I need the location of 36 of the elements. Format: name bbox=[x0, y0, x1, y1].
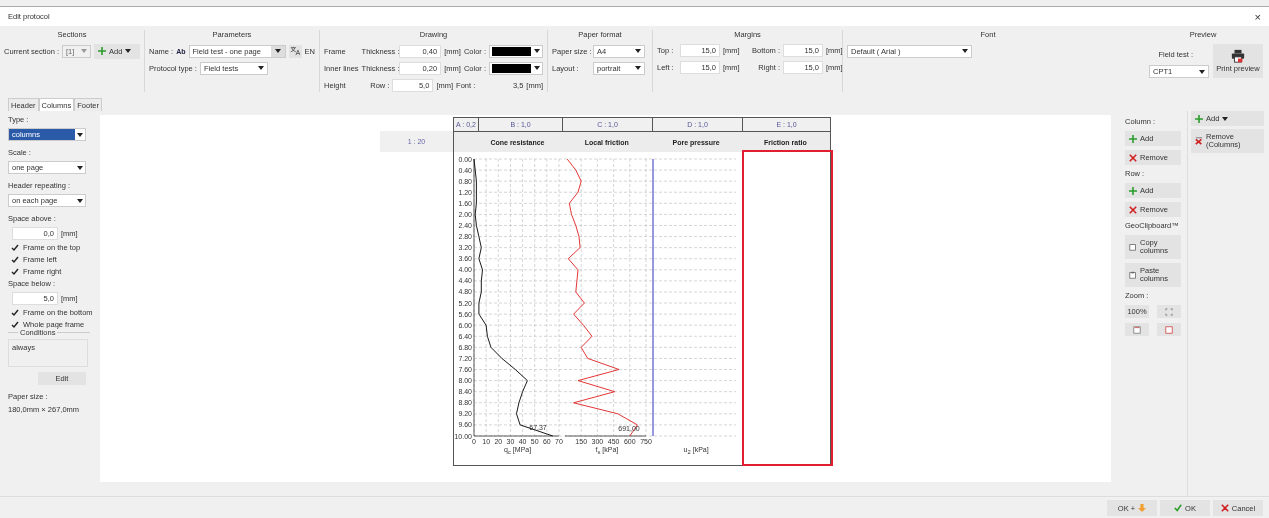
plus-icon bbox=[1195, 114, 1203, 123]
caret-icon bbox=[125, 49, 132, 53]
cross-icon bbox=[1129, 153, 1137, 162]
caret-icon bbox=[274, 49, 281, 53]
caret-icon bbox=[77, 198, 83, 203]
caret-icon bbox=[80, 49, 87, 53]
check-icon bbox=[1174, 504, 1183, 512]
caret-icon bbox=[77, 165, 83, 170]
caret-icon bbox=[257, 66, 264, 70]
clipboard-icon bbox=[1129, 271, 1137, 279]
caret-icon bbox=[962, 49, 968, 53]
printer-icon bbox=[1231, 49, 1245, 63]
plus-icon bbox=[1129, 186, 1137, 195]
caret-icon bbox=[635, 49, 641, 53]
caret-icon bbox=[635, 66, 641, 70]
cross-icon bbox=[1129, 205, 1137, 214]
plus-icon bbox=[97, 47, 106, 55]
color-select[interactable] bbox=[489, 61, 543, 75]
fit-width-button[interactable] bbox=[1157, 323, 1181, 336]
page-icon bbox=[1165, 325, 1173, 334]
caret-icon bbox=[1222, 116, 1229, 121]
translate-button[interactable] bbox=[288, 44, 302, 58]
page-icon bbox=[1129, 243, 1137, 251]
fit-page-button[interactable] bbox=[1125, 323, 1149, 336]
close-button[interactable]: × bbox=[1254, 10, 1261, 23]
caret-icon bbox=[534, 49, 540, 53]
expand-icon bbox=[1165, 307, 1173, 316]
cross-icon bbox=[1195, 137, 1203, 145]
caret-icon bbox=[77, 132, 83, 137]
down-arrow-icon bbox=[1138, 504, 1147, 512]
caret-icon bbox=[1199, 69, 1205, 74]
color-select[interactable] bbox=[489, 44, 543, 58]
plus-icon bbox=[1129, 134, 1137, 143]
page-icon bbox=[1133, 325, 1141, 334]
cross-icon bbox=[1220, 504, 1229, 512]
caret-icon bbox=[534, 66, 540, 70]
